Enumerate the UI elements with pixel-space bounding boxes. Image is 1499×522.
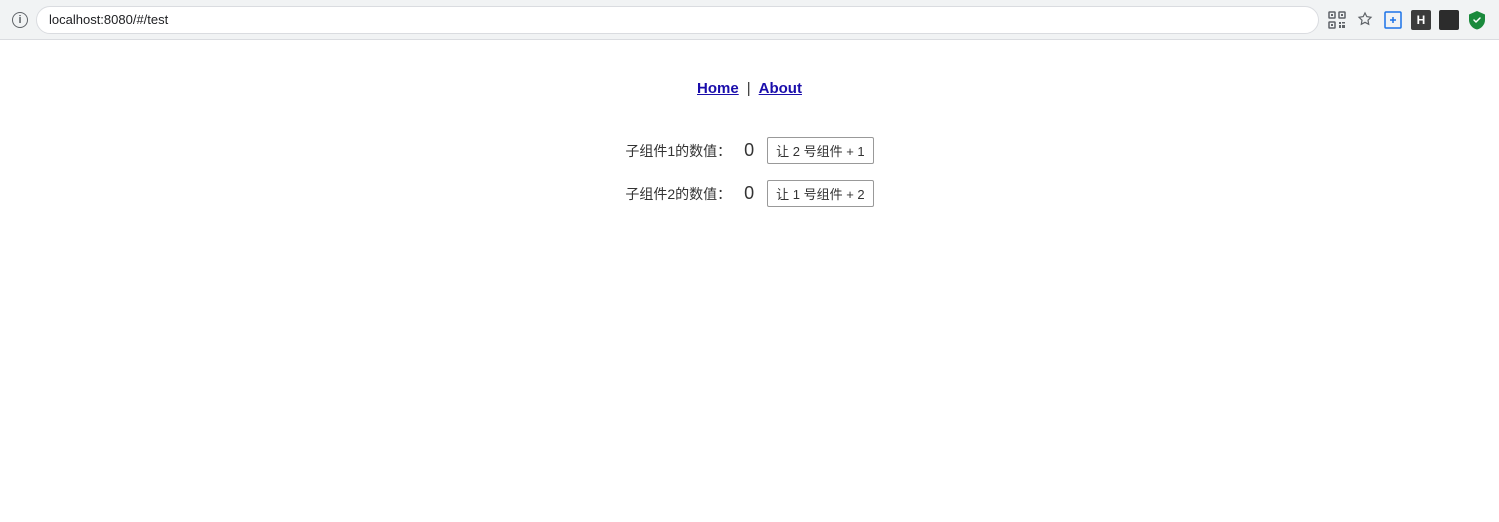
browser-actions: H xyxy=(1327,10,1487,30)
browser-bar: i localhost:8080/#/test xyxy=(0,0,1499,40)
nav-separator: | xyxy=(747,80,751,97)
extension-icon[interactable] xyxy=(1383,10,1403,30)
component2-button[interactable]: 让 1 号组件 + 2 xyxy=(767,180,874,207)
info-icon: i xyxy=(12,12,28,28)
component1-row: 子组件1的数值： 0 让 2 号组件 + 1 xyxy=(625,137,873,164)
components-area: 子组件1的数值： 0 让 2 号组件 + 1 子组件2的数值： 0 让 1 号组… xyxy=(625,137,873,207)
address-bar[interactable]: localhost:8080/#/test xyxy=(36,6,1319,34)
bookmark-star-icon[interactable] xyxy=(1355,10,1375,30)
component1-value: 0 xyxy=(739,140,759,161)
qr-code-icon[interactable] xyxy=(1327,10,1347,30)
home-link[interactable]: Home xyxy=(697,80,739,97)
component2-row: 子组件2的数值： 0 让 1 号组件 + 2 xyxy=(625,180,873,207)
page-content: Home | About 子组件1的数值： 0 让 2 号组件 + 1 子组件2… xyxy=(0,40,1499,247)
url-text: localhost:8080/#/test xyxy=(49,12,168,27)
component2-label: 子组件2的数值： xyxy=(625,184,731,204)
component1-button[interactable]: 让 2 号组件 + 1 xyxy=(767,137,874,164)
shield-icon[interactable] xyxy=(1467,10,1487,30)
dark-extension-icon[interactable] xyxy=(1439,10,1459,30)
component2-value: 0 xyxy=(739,183,759,204)
nav-bar: Home | About xyxy=(697,80,802,97)
about-link[interactable]: About xyxy=(759,80,802,97)
component1-label: 子组件1的数值： xyxy=(625,141,731,161)
history-icon[interactable]: H xyxy=(1411,10,1431,30)
